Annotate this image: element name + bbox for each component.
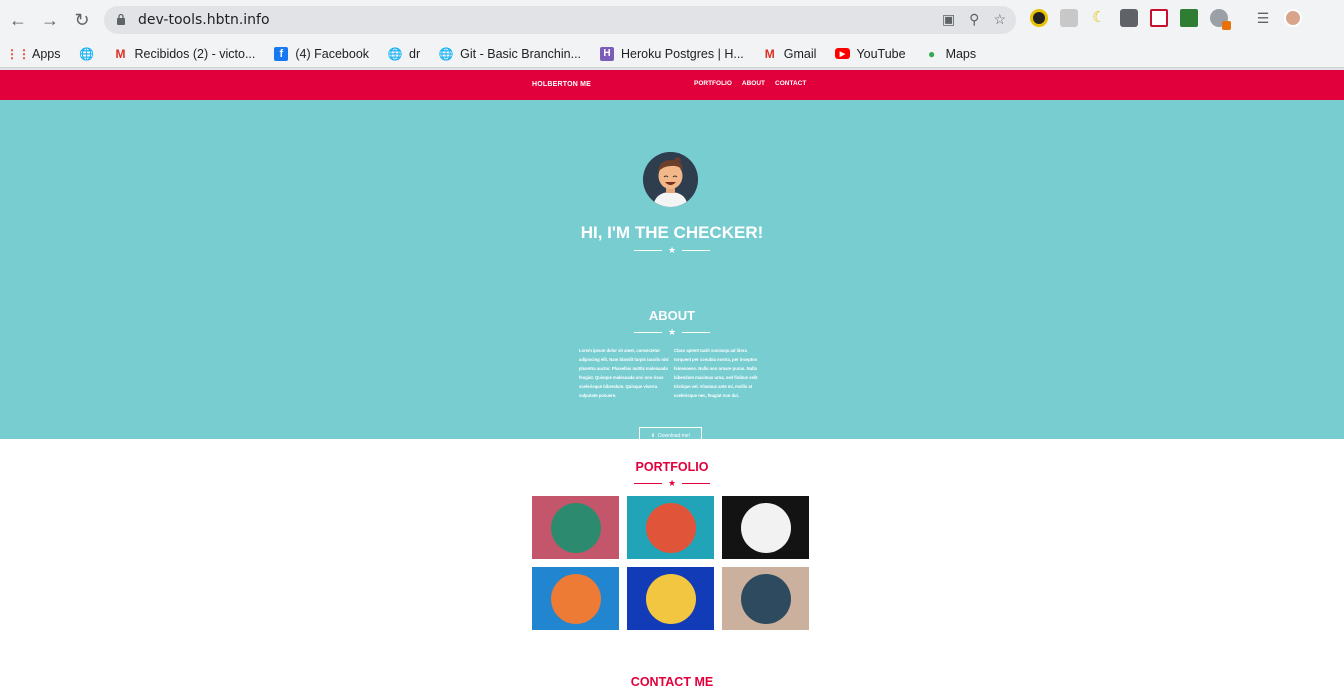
bookmark-item[interactable]: 🌐 dr — [387, 46, 421, 62]
youtube-icon: ▶ — [834, 46, 850, 62]
download-button[interactable]: ⬇ Download me! — [639, 427, 702, 444]
title-divider: ★ — [634, 245, 711, 255]
extensions-bar: ☾ ☰ — [1030, 9, 1302, 30]
zoom-icon[interactable]: ⚲ — [969, 11, 979, 28]
nav-link-contact[interactable]: CONTACT — [775, 80, 806, 87]
back-arrow-icon[interactable]: ← — [6, 8, 30, 32]
bookmark-label: Heroku Postgres | H... — [621, 46, 744, 61]
gmail-icon: M — [764, 46, 775, 61]
portfolio-divider: ★ — [634, 478, 711, 488]
maps-icon: ● — [927, 46, 936, 61]
browser-toolbar: ← → ↻ dev-tools.hbtn.info ▣ ⚲ ☆ ☾ ☰ — [0, 0, 1344, 40]
url-text: dev-tools.hbtn.info — [138, 12, 270, 28]
download-label: Download me! — [658, 432, 691, 439]
profile-avatar-icon — [643, 152, 698, 207]
address-bar[interactable]: dev-tools.hbtn.info ▣ ⚲ ☆ — [104, 6, 1016, 34]
bookmark-item[interactable]: ● Maps — [924, 46, 977, 62]
star-icon: ★ — [668, 478, 677, 488]
portfolio-item-cabin[interactable] — [532, 496, 619, 559]
safe-icon — [645, 573, 696, 624]
translate-icon[interactable]: ▣ — [942, 11, 955, 28]
extension-icon[interactable] — [1180, 9, 1198, 27]
contact-title: CONTACT ME — [630, 675, 714, 689]
bookmark-item[interactable]: M Recibidos (2) - victo... — [113, 46, 256, 62]
apps-grid-icon: ⋮⋮ — [6, 46, 30, 61]
browser-chrome: ← → ↻ dev-tools.hbtn.info ▣ ⚲ ☆ ☾ ☰ ⋮⋮ A… — [0, 0, 1344, 70]
submarine-icon — [740, 573, 791, 624]
globe-icon: 🌐 — [387, 46, 403, 61]
cake-icon — [645, 502, 696, 553]
portfolio-item-cake[interactable] — [627, 496, 714, 559]
game-controller-icon — [550, 573, 601, 624]
media-control-icon[interactable]: ☰ — [1254, 9, 1272, 27]
star-icon: ★ — [668, 327, 677, 337]
extension-icon[interactable] — [1060, 9, 1078, 27]
gmail-icon: M — [115, 46, 126, 61]
portfolio-title: PORTFOLIO — [635, 460, 709, 474]
heroku-icon: H — [599, 46, 615, 62]
bookmark-item[interactable]: ⋮⋮ Apps — [6, 46, 61, 62]
bookmark-label: Recibidos (2) - victo... — [134, 46, 256, 61]
extension-icon[interactable] — [1120, 9, 1138, 27]
bookmark-item[interactable]: H Heroku Postgres | H... — [599, 46, 744, 62]
hero-section: HI, I'M THE CHECKER! ★ ABOUT ★ Lorem ips… — [0, 100, 1344, 444]
hero-title: HI, I'M THE CHECKER! — [580, 223, 764, 242]
about-text-left: Lorem ipsum dolor sit amet, consectetur … — [579, 348, 669, 398]
bookmark-label: YouTube — [856, 46, 906, 61]
portfolio-item-circus[interactable] — [722, 496, 809, 559]
about-title: ABOUT — [648, 308, 696, 323]
bookmark-item[interactable]: ▶ YouTube — [834, 46, 906, 62]
bookmark-label: (4) Facebook — [295, 46, 370, 61]
bookmark-label: Apps — [32, 46, 61, 61]
bookmark-star-icon[interactable]: ☆ — [993, 11, 1006, 28]
portfolio-item-safe[interactable] — [627, 567, 714, 630]
nav-link-about[interactable]: ABOUT — [742, 80, 765, 87]
webpage: HOLBERTON ME PORTFOLIO ABOUT CONTACT HI,… — [0, 70, 1344, 692]
lock-icon — [117, 13, 125, 25]
bookmark-item[interactable]: M Gmail — [762, 46, 817, 62]
bookmark-label: Gmail — [783, 46, 817, 61]
download-icon: ⬇ — [650, 432, 656, 439]
bookmark-item[interactable]: f (4) Facebook — [273, 46, 369, 62]
avatar[interactable] — [1284, 9, 1302, 27]
bookmarks-bar: ⋮⋮ Apps 🌐 M Recibidos (2) - victo... f (4) Fac… — [0, 40, 1344, 68]
bookmark-item[interactable]: 🌐 Git - Basic Branchin... — [438, 46, 581, 62]
site-brand[interactable]: HOLBERTON ME — [532, 81, 591, 88]
avatar — [643, 152, 698, 207]
bookmark-label: Maps — [945, 46, 977, 61]
nav-link-portfolio[interactable]: PORTFOLIO — [694, 80, 732, 87]
moon-icon[interactable]: ☾ — [1090, 9, 1108, 27]
portfolio-item-submarine[interactable] — [722, 567, 809, 630]
circus-icon — [740, 502, 791, 553]
extension-icon[interactable] — [1030, 9, 1048, 27]
bookmark-item[interactable]: 🌐 — [79, 46, 95, 62]
reload-icon[interactable]: ↻ — [70, 8, 94, 32]
forward-arrow-icon[interactable]: → — [38, 8, 62, 32]
globe-icon: 🌐 — [79, 46, 94, 61]
extension-icon[interactable] — [1210, 9, 1231, 30]
extension-icon[interactable] — [1150, 9, 1168, 27]
about-divider: ★ — [634, 327, 711, 337]
bookmark-label: dr — [409, 46, 421, 61]
globe-icon: 🌐 — [438, 46, 454, 61]
bookmark-label: Git - Basic Branchin... — [460, 46, 582, 61]
about-text-right: Class aptent taciti sociosqu ad litora t… — [674, 348, 758, 398]
portfolio-item-game-controller[interactable] — [532, 567, 619, 630]
site-navbar: HOLBERTON ME PORTFOLIO ABOUT CONTACT — [0, 70, 1344, 100]
cabin-icon — [550, 502, 601, 553]
star-icon: ★ — [668, 245, 677, 255]
facebook-icon: f — [273, 46, 289, 62]
